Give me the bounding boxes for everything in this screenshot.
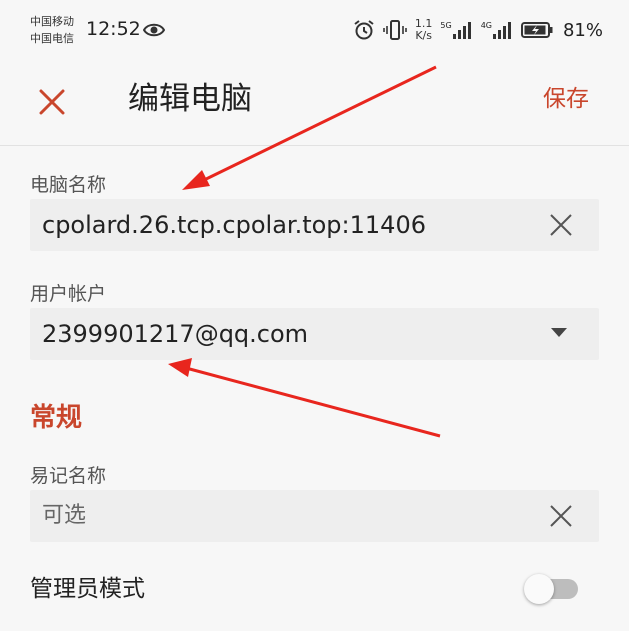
computer-name-label: 电脑名称 [30, 174, 107, 196]
net-speed: 1.1 K/s [415, 18, 433, 42]
save-button[interactable]: 保存 [543, 82, 589, 116]
general-section-heading: 常规 [30, 403, 83, 433]
battery-percent: 81% [562, 19, 603, 41]
carrier-1: 中国移动 [30, 15, 74, 28]
net-speed-unit: K/s [415, 29, 432, 42]
arrow-to-user-account [168, 358, 441, 438]
status-bar: 中国移动 中国电信 12:52 1.1 K/s 5G 4G 81% [0, 0, 629, 60]
admin-mode-label: 管理员模式 [30, 576, 145, 602]
eye-icon [143, 23, 165, 37]
chevron-down-icon[interactable] [551, 328, 567, 337]
user-account-select[interactable]: 2399901217@qq.com [30, 308, 599, 360]
carrier-2: 中国电信 [30, 32, 74, 45]
app-bar: 编辑电脑 保存 [0, 60, 629, 146]
close-button[interactable] [28, 78, 76, 126]
signal-4g: 4G [481, 21, 513, 39]
status-icons: 1.1 K/s 5G 4G 81% [353, 14, 603, 46]
computer-name-value: cpolard.26.tcp.cpolar.top:11406 [42, 211, 426, 239]
signal-5g-label: 5G [440, 21, 452, 30]
computer-name-field[interactable]: cpolard.26.tcp.cpolar.top:11406 [30, 199, 599, 251]
computer-name-clear-button[interactable] [547, 211, 575, 239]
close-icon [39, 89, 65, 115]
friendly-name-clear-button[interactable] [547, 502, 575, 530]
vibrate-icon [383, 20, 407, 40]
status-time: 12:52 [86, 18, 141, 40]
friendly-name-placeholder: 可选 [42, 503, 87, 528]
alarm-icon [354, 20, 374, 40]
battery-charging-icon [520, 22, 553, 38]
clear-icon [550, 214, 572, 236]
friendly-name-label: 易记名称 [30, 465, 107, 487]
user-account-value: 2399901217@qq.com [42, 320, 309, 348]
carrier-info: 中国移动 中国电信 [30, 13, 74, 47]
page-title: 编辑电脑 [128, 81, 252, 117]
user-account-label: 用户帐户 [30, 283, 107, 305]
clear-icon [550, 505, 572, 527]
admin-mode-toggle[interactable] [524, 574, 580, 604]
signal-5g: 5G [440, 21, 472, 39]
signal-5g-icon [452, 22, 471, 39]
signal-4g-label: 4G [480, 21, 492, 30]
signal-4g-icon [492, 22, 511, 39]
toggle-thumb [524, 574, 554, 604]
friendly-name-field[interactable]: 可选 [30, 490, 599, 542]
